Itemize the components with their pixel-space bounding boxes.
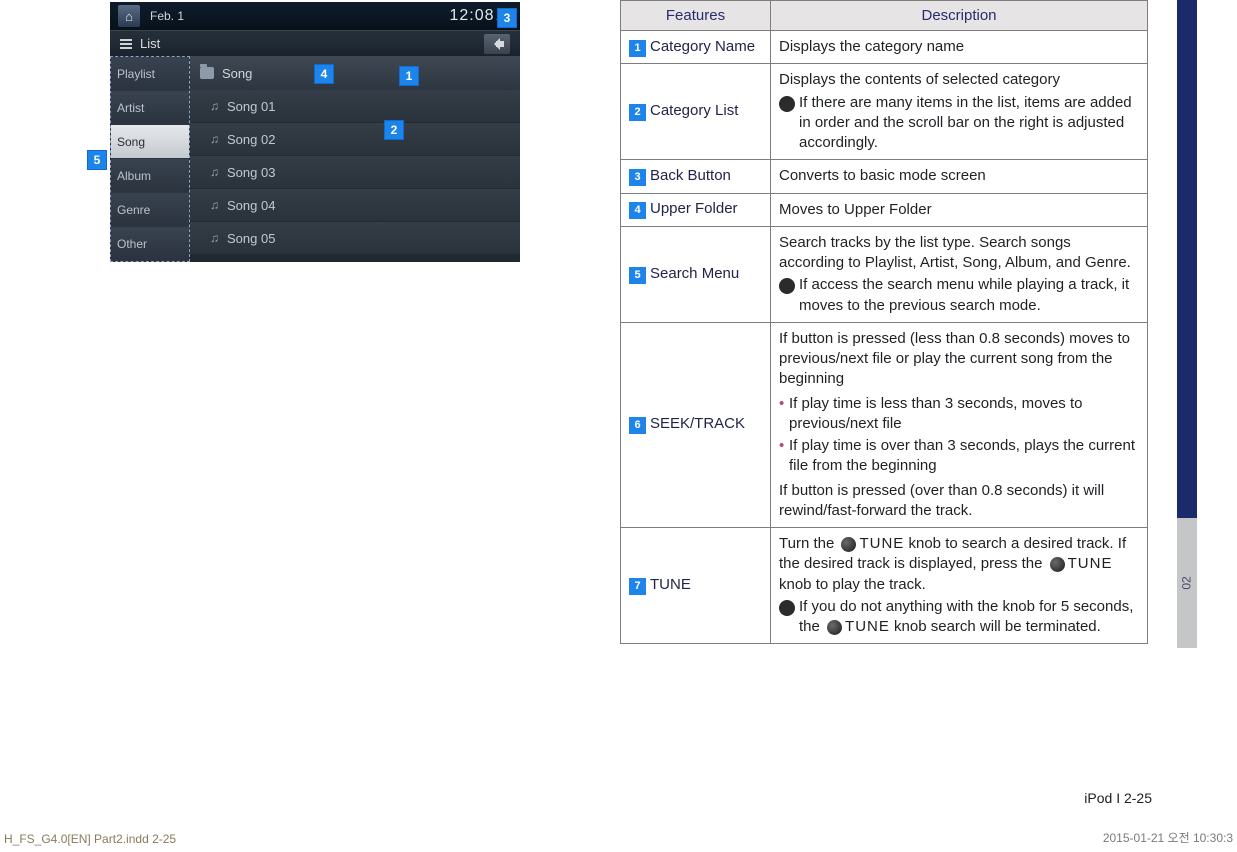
- page-number: iPod I 2-25: [1084, 790, 1152, 806]
- list-item[interactable]: ♫Song 01: [190, 90, 520, 123]
- home-icon[interactable]: ⌂: [118, 5, 140, 27]
- device-songlist: Song ♫Song 01 ♫Song 02 ♫Song 03 ♫Song 04…: [190, 56, 520, 262]
- list-icon: [120, 39, 132, 49]
- sidebar-item-album[interactable]: Album: [111, 159, 189, 193]
- table-row: 7TUNE Turn the TUNE knob to search a des…: [621, 528, 1148, 644]
- row-desc: If button is pressed (less than 0.8 seco…: [779, 329, 1139, 390]
- page-side-tabs: 02: [1177, 0, 1197, 700]
- row-desc-tail: If button is pressed (over than 0.8 seco…: [779, 481, 1139, 522]
- sidebar-item-artist[interactable]: Artist: [111, 91, 189, 125]
- list-item[interactable]: ♫Song 04: [190, 189, 520, 222]
- row-num: 3: [629, 169, 646, 186]
- row-name: Upper Folder: [650, 200, 738, 217]
- back-button[interactable]: [484, 34, 510, 54]
- row-desc: Turn the TUNE knob to search a desired t…: [779, 534, 1139, 595]
- row-name: Category Name: [650, 38, 755, 55]
- row-desc: Displays the contents of selected catego…: [779, 70, 1139, 90]
- table-row: 6SEEK/TRACK If button is pressed (less t…: [621, 322, 1148, 527]
- th-description: Description: [771, 1, 1148, 31]
- status-date: Feb. 1: [150, 9, 184, 23]
- song-header[interactable]: Song: [190, 56, 520, 90]
- knob-icon: [841, 537, 856, 552]
- row-num: 4: [629, 202, 646, 219]
- side-tab-blue: [1177, 0, 1197, 518]
- row-num: 7: [629, 578, 646, 595]
- info-icon: i: [779, 600, 795, 616]
- feature-table: Features Description 1Category Name Disp…: [620, 0, 1148, 644]
- print-footer-left: H_FS_G4.0[EN] Part2.indd 2-25: [4, 832, 176, 846]
- folder-icon: [200, 67, 214, 79]
- row-info: iIf there are many items in the list, it…: [779, 93, 1139, 154]
- row-name: Search Menu: [650, 265, 739, 282]
- callout-1: 1: [399, 66, 419, 86]
- side-tab-chapter: 02: [1177, 518, 1197, 648]
- table-row: 5Search Menu Search tracks by the list t…: [621, 226, 1148, 322]
- row-desc: Displays the category name: [771, 31, 1148, 64]
- row-bullets: If play time is less than 3 seconds, mov…: [779, 394, 1139, 477]
- row-name: Category List: [650, 102, 738, 119]
- row-num: 1: [629, 40, 646, 57]
- sidebar-item-other[interactable]: Other: [111, 227, 189, 261]
- table-row: 3Back Button Converts to basic mode scre…: [621, 160, 1148, 193]
- note-icon: ♫: [210, 99, 219, 113]
- device-body: Playlist Artist Song Album Genre Other S…: [110, 56, 520, 262]
- table-row: 1Category Name Displays the category nam…: [621, 31, 1148, 64]
- row-num: 2: [629, 104, 646, 121]
- list-label: List: [140, 36, 160, 51]
- th-features: Features: [621, 1, 771, 31]
- list-item[interactable]: ♫Song 05: [190, 222, 520, 255]
- device-sidebar: Playlist Artist Song Album Genre Other: [110, 56, 190, 262]
- note-icon: ♫: [210, 231, 219, 245]
- row-name: Back Button: [650, 167, 731, 184]
- table-row: 2Category List Displays the contents of …: [621, 64, 1148, 160]
- row-desc: Search tracks by the list type. Search s…: [779, 233, 1139, 274]
- row-info: iIf access the search menu while playing…: [779, 275, 1139, 316]
- callout-3: 3: [497, 8, 517, 28]
- device-statusbar: ⌂ Feb. 1 12:08AM: [110, 2, 520, 30]
- row-num: 5: [629, 267, 646, 284]
- callout-2: 2: [384, 120, 404, 140]
- list-item[interactable]: ♫Song 02: [190, 123, 520, 156]
- row-num: 6: [629, 417, 646, 434]
- device-titlebar: List: [110, 30, 520, 56]
- info-icon: i: [779, 278, 795, 294]
- callout-5: 5: [87, 150, 107, 170]
- song-header-label: Song: [222, 66, 252, 81]
- row-info: iIf you do not anything with the knob fo…: [779, 597, 1139, 638]
- row-name: SEEK/TRACK: [650, 415, 745, 432]
- row-desc: Moves to Upper Folder: [771, 193, 1148, 226]
- note-icon: ♫: [210, 198, 219, 212]
- sidebar-item-playlist[interactable]: Playlist: [111, 57, 189, 91]
- knob-icon: [827, 620, 842, 635]
- note-icon: ♫: [210, 132, 219, 146]
- info-icon: i: [779, 96, 795, 112]
- note-icon: ♫: [210, 165, 219, 179]
- table-row: 4Upper Folder Moves to Upper Folder: [621, 193, 1148, 226]
- print-footer-right: 2015-01-21 오전 10:30:3: [1103, 829, 1233, 846]
- callout-4: 4: [314, 64, 334, 84]
- row-desc: Converts to basic mode screen: [771, 160, 1148, 193]
- knob-icon: [1050, 557, 1065, 572]
- row-name: TUNE: [650, 576, 691, 593]
- device-screenshot: ⌂ Feb. 1 12:08AM List Playlist Artist So…: [110, 2, 520, 262]
- sidebar-item-genre[interactable]: Genre: [111, 193, 189, 227]
- sidebar-item-song[interactable]: Song: [111, 125, 189, 159]
- list-item[interactable]: ♫Song 03: [190, 156, 520, 189]
